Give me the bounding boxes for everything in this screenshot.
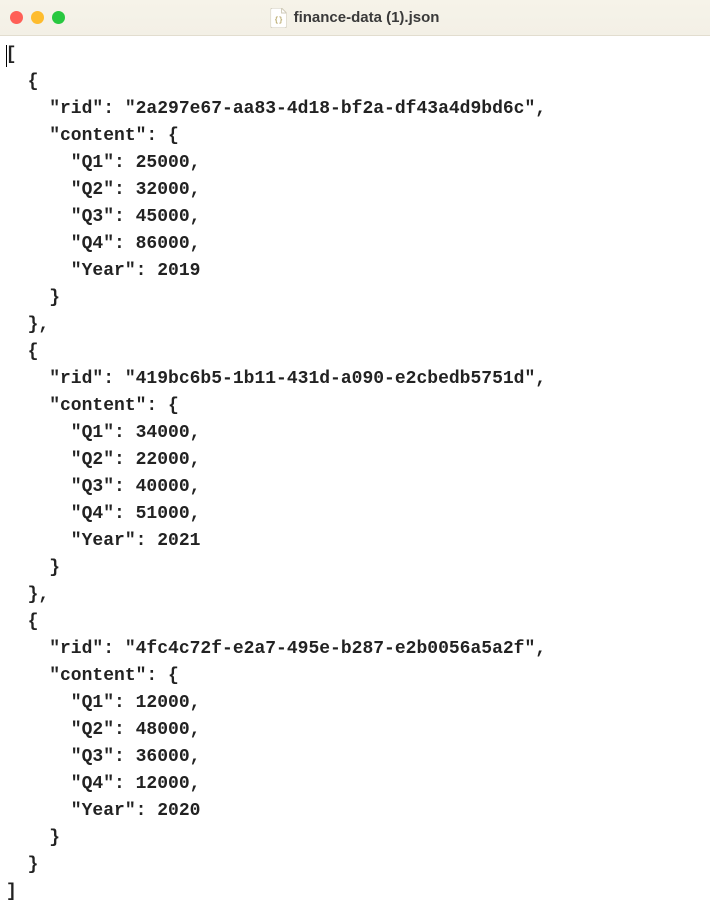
zoom-button[interactable] <box>52 11 65 24</box>
editor-content[interactable]: [ { "rid": "2a297e67-aa83-4d18-bf2a-df43… <box>0 36 710 912</box>
title-center: {} finance-data (1).json <box>271 8 440 28</box>
window-title: finance-data (1).json <box>294 9 440 26</box>
minimize-button[interactable] <box>31 11 44 24</box>
close-button[interactable] <box>10 11 23 24</box>
traffic-lights <box>10 11 65 24</box>
json-file-icon: {} <box>271 8 287 28</box>
text-cursor <box>6 45 7 67</box>
titlebar: {} finance-data (1).json <box>0 0 710 36</box>
svg-text:{}: {} <box>274 17 282 25</box>
